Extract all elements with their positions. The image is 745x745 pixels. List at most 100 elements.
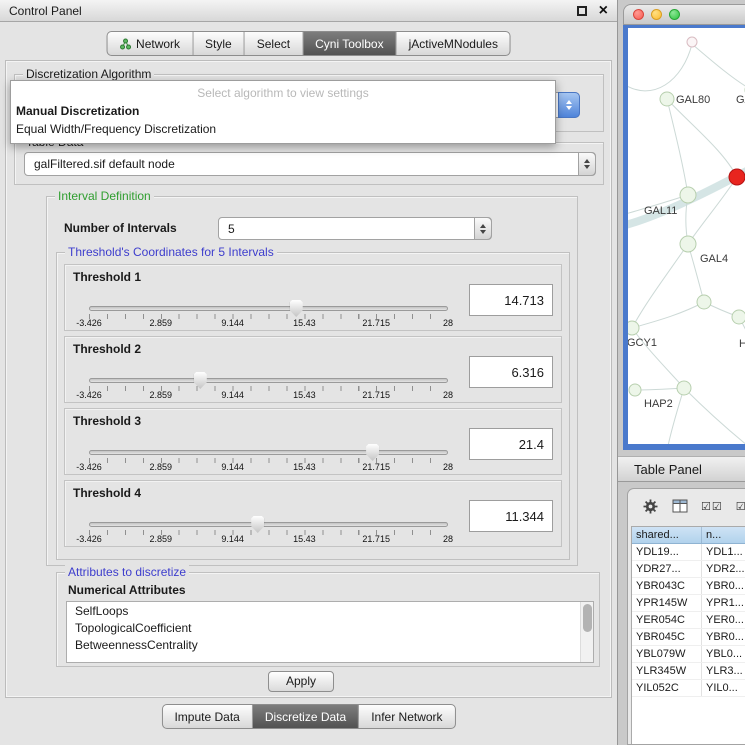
table-cell[interactable]: YLR345W (632, 663, 702, 679)
network-canvas[interactable]: GAL80GAGAL11GAL4HGCY1HAP2 (628, 28, 745, 444)
network-node[interactable] (680, 187, 696, 203)
network-view-frame: GAL80GAGAL11GAL4HGCY1HAP2 (623, 25, 745, 450)
table-row[interactable]: YDR27...YDR2... (632, 561, 745, 578)
network-window-titlebar[interactable] (623, 4, 745, 25)
gear-icon[interactable] (642, 498, 659, 515)
network-node[interactable] (629, 384, 641, 396)
table-cell[interactable]: YDR27... (632, 561, 702, 577)
tab-style[interactable]: Style (193, 32, 245, 55)
network-edge[interactable] (667, 99, 737, 177)
tab-label: jActiveMNodules (409, 37, 498, 51)
combobox-value: galFiltered.sif default node (34, 157, 175, 171)
network-node[interactable] (687, 37, 697, 47)
table-data-combobox[interactable]: galFiltered.sif default node (24, 152, 596, 176)
table-cell[interactable]: YER054C (632, 612, 702, 628)
network-node[interactable] (680, 236, 696, 252)
network-node[interactable] (660, 92, 674, 106)
slider-scale: -3.4262.8599.14415.4321.71528 (89, 462, 448, 473)
scale-label: 2.859 (150, 534, 173, 544)
tab-label: Network (136, 37, 180, 51)
table-row[interactable]: YBR043CYBR0... (632, 578, 745, 595)
table-cell[interactable]: YPR145W (632, 595, 702, 611)
table-cell[interactable]: YER0... (702, 612, 745, 628)
threshold-value-field[interactable]: 11.344 (469, 500, 553, 532)
network-edge[interactable] (668, 388, 684, 444)
group-legend: Attributes to discretize (65, 565, 189, 580)
apply-button[interactable]: Apply (268, 671, 334, 692)
scrollbar-thumb[interactable] (583, 604, 592, 632)
slider-track[interactable] (89, 306, 448, 311)
select-rows-icon[interactable]: ☑☑ (736, 500, 745, 513)
network-graph: GAL80GAGAL11GAL4HGCY1HAP2 (628, 28, 745, 444)
slider-track[interactable] (89, 450, 448, 455)
number-of-intervals-combobox[interactable]: 5 (218, 217, 492, 240)
network-edge[interactable] (692, 44, 745, 90)
table-cell[interactable]: YDR2... (702, 561, 745, 577)
network-edge[interactable] (684, 388, 745, 444)
table-cell[interactable]: YDL19... (632, 544, 702, 560)
network-node[interactable] (697, 295, 711, 309)
table-row[interactable]: YDL19...YDL1... (632, 544, 745, 561)
close-traffic-light[interactable] (633, 9, 644, 20)
algorithm-option-equal-width[interactable]: Equal Width/Frequency Discretization (11, 120, 555, 138)
threshold-value-field[interactable]: 14.713 (469, 284, 553, 316)
table-cell[interactable]: YPR1... (702, 595, 745, 611)
tab-cyni-toolbox[interactable]: Cyni Toolbox (303, 32, 396, 55)
combobox-arrows-icon[interactable] (558, 92, 580, 118)
table-row[interactable]: YBL079WYBL0... (632, 646, 745, 663)
table-cell[interactable]: YBL0... (702, 646, 745, 662)
table-cell[interactable]: YIL052C (632, 680, 702, 696)
table-cell[interactable]: YBL079W (632, 646, 702, 662)
network-edge[interactable] (632, 302, 704, 328)
threshold-value-field[interactable]: 6.316 (469, 356, 553, 388)
list-item[interactable]: TopologicalCoefficient (67, 620, 593, 637)
network-node[interactable] (732, 310, 745, 324)
network-node[interactable] (628, 321, 639, 335)
threshold-value-field[interactable]: 21.4 (469, 428, 553, 460)
table-cell[interactable]: YLR3... (702, 663, 745, 679)
tab-network[interactable]: Network (107, 32, 193, 55)
table-row[interactable]: YPR145WYPR1... (632, 595, 745, 612)
table-cell[interactable]: YBR0... (702, 578, 745, 594)
network-node[interactable] (677, 381, 691, 395)
column-header[interactable]: shared... (632, 527, 702, 543)
table-cell[interactable]: YDL1... (702, 544, 745, 560)
slider-track[interactable] (89, 522, 448, 527)
scrollbar[interactable] (580, 602, 593, 662)
slider-track[interactable] (89, 378, 448, 383)
table-panel-titlebar[interactable]: Table Panel (618, 456, 745, 482)
select-columns-icon[interactable]: ☑☑ (701, 500, 723, 513)
combobox-arrows-icon[interactable] (474, 217, 492, 240)
algorithm-option-manual[interactable]: Manual Discretization (11, 102, 555, 120)
tab-label: Select (257, 37, 290, 51)
combobox-arrows-icon[interactable] (578, 152, 596, 176)
table-cell[interactable]: YBR0... (702, 629, 745, 645)
table-cell[interactable]: YBR043C (632, 578, 702, 594)
network-edge[interactable] (628, 44, 692, 91)
float-window-icon[interactable] (577, 6, 587, 16)
table-cell[interactable]: YIL0... (702, 680, 745, 696)
slider-scale: -3.4262.8599.14415.4321.71528 (89, 390, 448, 401)
network-node[interactable] (729, 169, 745, 185)
table-row[interactable]: YBR045CYBR0... (632, 629, 745, 646)
tab-impute-data[interactable]: Impute Data (162, 705, 252, 728)
table-cell[interactable]: YBR045C (632, 629, 702, 645)
zoom-traffic-light[interactable] (669, 9, 680, 20)
columns-icon[interactable] (672, 499, 688, 513)
tab-discretize-data[interactable]: Discretize Data (253, 705, 359, 728)
network-edge[interactable] (667, 99, 688, 195)
table-row[interactable]: YLR345WYLR3... (632, 663, 745, 680)
table-body: YDL19...YDL1...YDR27...YDR2...YBR043CYBR… (632, 544, 745, 697)
tab-jactivemnodules[interactable]: jActiveMNodules (397, 32, 510, 55)
column-header[interactable]: n... (702, 527, 745, 543)
tab-infer-network[interactable]: Infer Network (359, 705, 454, 728)
minimize-traffic-light[interactable] (651, 9, 662, 20)
tab-select[interactable]: Select (245, 32, 303, 55)
close-icon[interactable]: × (599, 3, 608, 19)
list-item[interactable]: SelfLoops (67, 603, 593, 620)
network-edge[interactable] (632, 244, 688, 328)
table-row[interactable]: YER054CYER0... (632, 612, 745, 629)
list-item[interactable]: BetweennessCentrality (67, 637, 593, 654)
table-row[interactable]: YIL052CYIL0... (632, 680, 745, 697)
tab-label: Style (205, 37, 232, 51)
